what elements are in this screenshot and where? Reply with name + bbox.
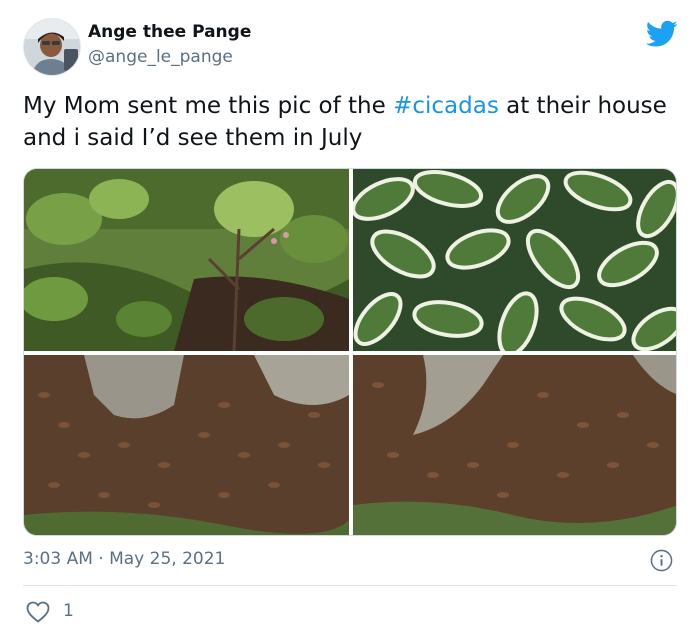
author-handle[interactable]: @ange_le_pange (88, 47, 233, 67)
info-icon[interactable] (650, 549, 673, 572)
media-grid (23, 168, 677, 536)
photo-cicadas-ground[interactable] (353, 355, 676, 535)
twitter-bird-icon[interactable] (646, 20, 678, 48)
hashtag-link[interactable]: #cicadas (393, 93, 499, 119)
tweet-timestamp[interactable]: 3:03 AM · May 25, 2021 (23, 549, 225, 569)
photo-cicadas-tree-base[interactable] (24, 355, 349, 535)
avatar-photo (24, 19, 80, 75)
photo-garden-shrub[interactable] (24, 169, 349, 351)
like-count: 1 (63, 601, 74, 621)
tweet-card: Ange thee Pange @ange_le_pange My Mom se… (0, 0, 700, 640)
tweet-text: My Mom sent me this pic of the #cicadas … (23, 90, 673, 154)
heart-icon[interactable] (26, 601, 50, 623)
footer-divider (23, 585, 677, 586)
tweet-text-before: My Mom sent me this pic of the (23, 93, 394, 119)
avatar[interactable] (23, 18, 81, 76)
author-display-name[interactable]: Ange thee Pange (88, 22, 251, 42)
photo-hosta-leaves[interactable] (353, 169, 676, 351)
